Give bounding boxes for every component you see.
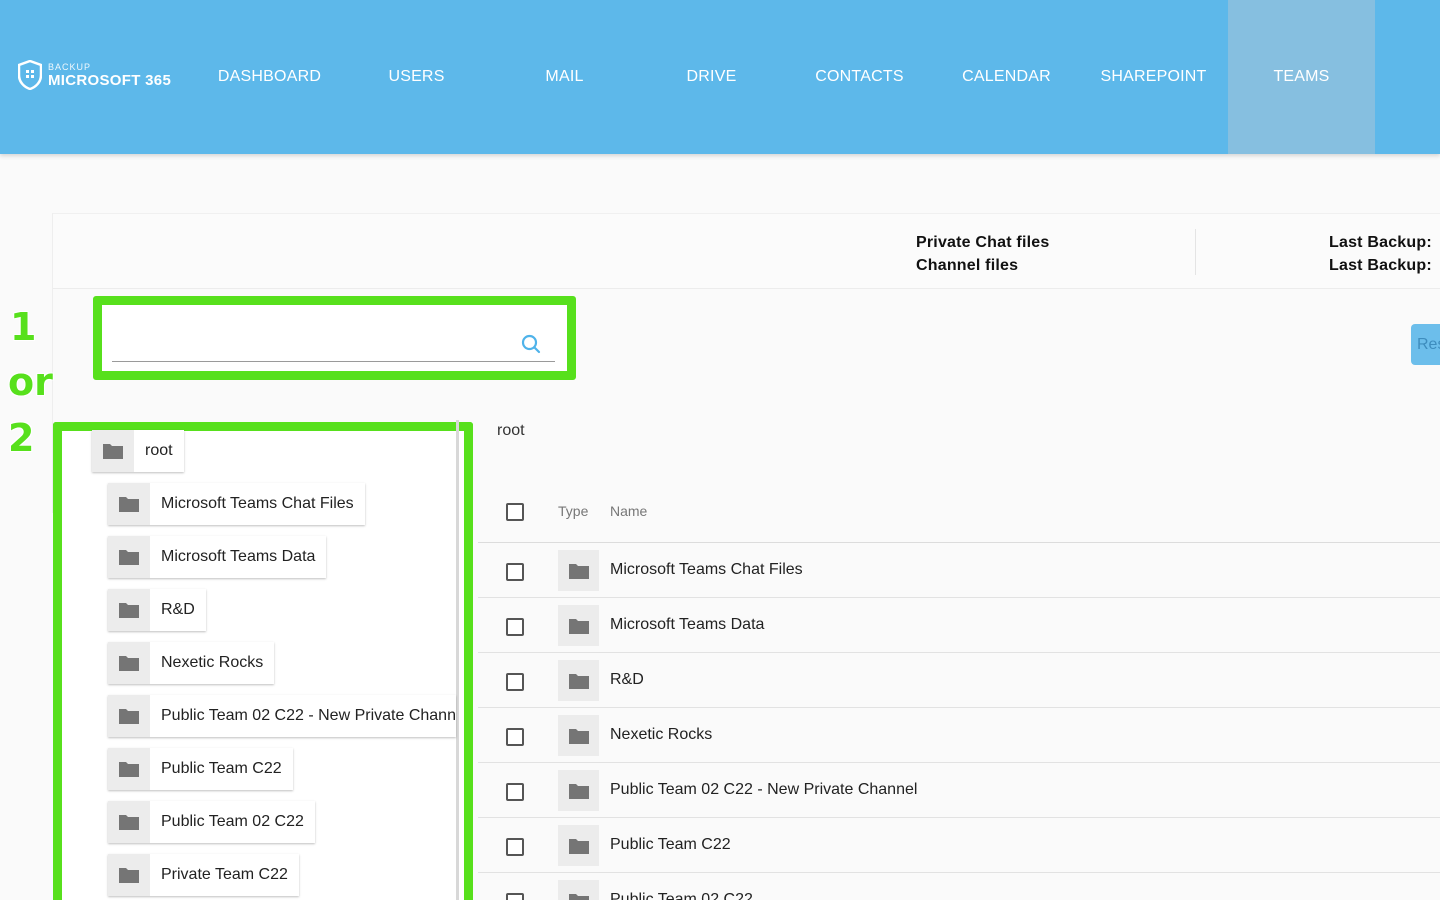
nav-dashboard[interactable]: DASHBOARD (196, 0, 343, 154)
folder-icon (558, 660, 599, 701)
row-name[interactable]: Microsoft Teams Data (610, 616, 764, 634)
row-checkbox[interactable] (506, 893, 524, 900)
file-type-labels: Private Chat files Channel files (916, 231, 1049, 277)
folder-icon (92, 430, 134, 472)
row-name[interactable]: Public Team 02 C22 - New Private Channel (610, 781, 917, 799)
row-name[interactable]: Public Team C22 (610, 836, 731, 854)
tree-node-label: Public Team 02 C22 - New Private Channel (161, 707, 456, 724)
folder-icon (558, 605, 599, 646)
nav-sharepoint[interactable]: SHAREPOINT (1080, 0, 1227, 154)
nav-users[interactable]: USERS (343, 0, 490, 154)
row-checkbox[interactable] (506, 563, 524, 581)
folder-icon (108, 801, 150, 843)
tree-node-label: Public Team 02 C22 (161, 813, 304, 830)
folder-icon (108, 589, 150, 631)
tree-node[interactable]: Nexetic Rocks (108, 642, 275, 684)
tree-scrollbar[interactable] (456, 420, 459, 900)
tree-node-label: root (145, 442, 173, 459)
last-backup-labels: Last Backup: Last Backup: (1329, 231, 1432, 277)
table-row[interactable]: Nexetic Rocks (478, 708, 1440, 763)
row-checkbox[interactable] (506, 618, 524, 636)
folder-icon (108, 536, 150, 578)
last-backup-label-2: Last Backup: (1329, 257, 1432, 274)
tree-node[interactable]: Public Team 02 C22 - New Private Channel (108, 695, 456, 737)
row-checkbox[interactable] (506, 673, 524, 691)
tree-node-label: Public Team C22 (161, 760, 282, 777)
nav-mail[interactable]: MAIL (491, 0, 638, 154)
channel-files-label: Channel files (916, 257, 1019, 274)
folder-icon (108, 483, 150, 525)
table-row[interactable]: Public Team 02 C22 - New Private Channel (478, 763, 1440, 818)
table-row[interactable]: Microsoft Teams Chat Files (478, 543, 1440, 598)
table-row[interactable]: Public Team C22 (478, 818, 1440, 873)
select-all-checkbox[interactable] (506, 503, 524, 521)
column-name-header[interactable]: Name (610, 503, 647, 519)
column-type-header[interactable]: Type (558, 503, 588, 519)
folder-icon (108, 748, 150, 790)
row-name[interactable]: R&D (610, 671, 644, 689)
search-icon[interactable] (520, 333, 542, 355)
annotation-or: or (8, 360, 53, 404)
tree-node[interactable]: Public Team 02 C22 (108, 801, 315, 843)
table-row[interactable]: R&D (478, 653, 1440, 708)
nav-teams[interactable]: TEAMS (1228, 0, 1375, 154)
breadcrumb[interactable]: root (497, 422, 525, 440)
top-nav-bar: BACKUP MICROSOFT 365 DASHBOARD USERS MAI… (0, 0, 1440, 154)
folder-icon (558, 880, 599, 900)
folder-icon (108, 854, 150, 896)
last-backup-label-1: Last Backup: (1329, 234, 1432, 251)
row-name[interactable]: Nexetic Rocks (610, 726, 712, 744)
folder-icon (108, 642, 150, 684)
row-checkbox[interactable] (506, 728, 524, 746)
row-name[interactable]: Public Team 02 C22 (610, 891, 753, 900)
tree-node-label: Nexetic Rocks (161, 654, 264, 671)
row-checkbox[interactable] (506, 783, 524, 801)
private-chat-files-label: Private Chat files (916, 234, 1050, 251)
folder-icon (558, 770, 599, 811)
folder-icon (558, 715, 599, 756)
restore-button[interactable]: Restore (1411, 324, 1440, 365)
table-row[interactable]: Public Team 02 C22 (478, 873, 1440, 900)
tree-node[interactable]: Private Team C22 (108, 854, 299, 896)
info-divider (1195, 229, 1196, 275)
annotation-two: 2 (8, 416, 35, 460)
tree-node-root[interactable]: root (92, 430, 184, 472)
tree-node-label: R&D (161, 601, 195, 618)
table-header: Type Name (478, 488, 1440, 543)
app-logo[interactable]: BACKUP MICROSOFT 365 (18, 60, 171, 90)
annotation-one: 1 (10, 305, 37, 349)
search-input[interactable] (112, 326, 555, 362)
tree-node[interactable]: R&D (108, 589, 206, 631)
row-checkbox[interactable] (506, 838, 524, 856)
folder-icon (108, 695, 150, 737)
row-name[interactable]: Microsoft Teams Chat Files (610, 561, 803, 579)
logo-small-text: BACKUP (48, 61, 92, 72)
logo-big-text: MICROSOFT 365 (48, 71, 172, 89)
folder-icon (558, 825, 599, 866)
tree-node-label: Microsoft Teams Data (161, 548, 316, 565)
tree-node[interactable]: Microsoft Teams Chat Files (108, 483, 365, 525)
tree-node-label: Private Team C22 (161, 866, 288, 883)
tree-node[interactable]: Public Team C22 (108, 748, 293, 790)
folder-icon (558, 550, 599, 591)
tree-node[interactable]: Microsoft Teams Data (108, 536, 327, 578)
nav-contacts[interactable]: CONTACTS (786, 0, 933, 154)
backup-info-strip: Private Chat files Channel files Last Ba… (53, 213, 1440, 289)
tree-node-label: Microsoft Teams Chat Files (161, 495, 354, 512)
shield-logo-icon (18, 60, 42, 90)
table-row[interactable]: Microsoft Teams Data (478, 598, 1440, 653)
nav-drive[interactable]: DRIVE (638, 0, 785, 154)
nav-calendar[interactable]: CALENDAR (933, 0, 1080, 154)
